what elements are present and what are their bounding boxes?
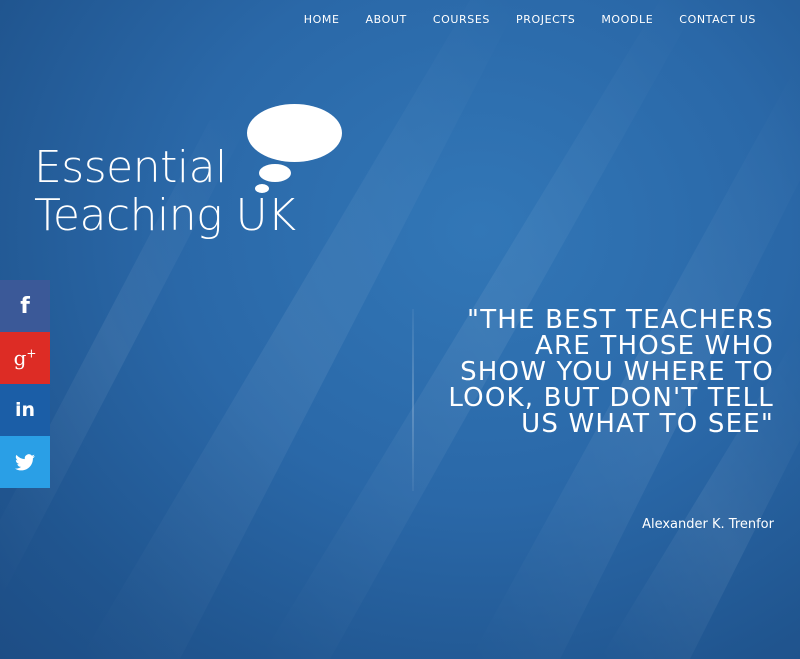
speech-bubble-icon bbox=[247, 104, 342, 162]
facebook-icon: f bbox=[20, 293, 30, 319]
social-share-bar: f g+ in bbox=[0, 280, 50, 488]
hero-quote: "THE BEST TEACHERS ARE THOSE WHO SHOW YO… bbox=[448, 305, 774, 439]
google-plus-share-button[interactable]: g+ bbox=[0, 332, 50, 384]
logo-text-line-2: Teaching UK bbox=[34, 190, 296, 241]
nav-moodle[interactable]: MOODLE bbox=[601, 13, 653, 26]
vertical-divider bbox=[412, 309, 414, 491]
twitter-bird-icon bbox=[15, 453, 35, 470]
nav-projects[interactable]: PROJECTS bbox=[516, 13, 575, 26]
quote-author: Alexander K. Trenfor bbox=[642, 517, 774, 532]
facebook-share-button[interactable]: f bbox=[0, 280, 50, 332]
logo-text-line-1: Essential bbox=[34, 142, 227, 193]
twitter-share-button[interactable] bbox=[0, 436, 50, 488]
nav-about[interactable]: ABOUT bbox=[366, 13, 407, 26]
nav-contact-us[interactable]: CONTACT US bbox=[679, 13, 756, 26]
nav-home[interactable]: HOME bbox=[304, 13, 340, 26]
main-nav: HOME ABOUT COURSES PROJECTS MOODLE CONTA… bbox=[278, 13, 756, 26]
google-plus-icon: g+ bbox=[13, 346, 37, 370]
nav-courses[interactable]: COURSES bbox=[433, 13, 490, 26]
linkedin-icon: in bbox=[14, 399, 36, 421]
linkedin-share-button[interactable]: in bbox=[0, 384, 50, 436]
thought-dot-medium bbox=[259, 164, 291, 182]
site-logo[interactable]: Essential Teaching UK bbox=[34, 100, 354, 245]
